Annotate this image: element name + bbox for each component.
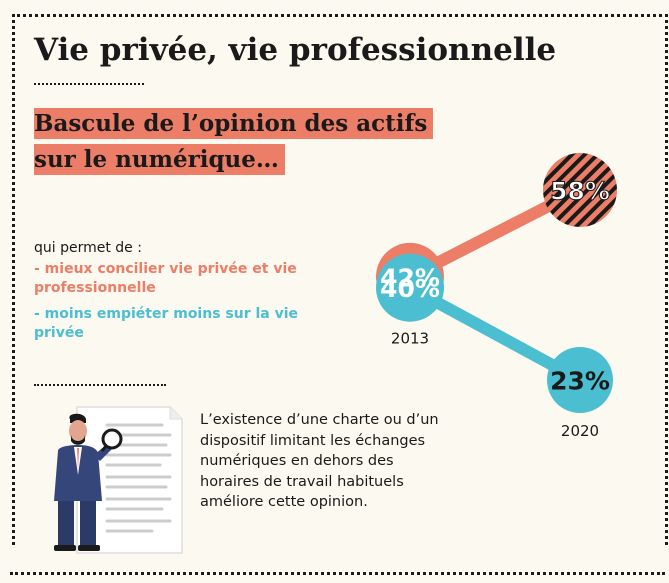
category-label-2020: 2020 <box>561 422 599 440</box>
note-text: L’existence d’une charte ou d’un disposi… <box>200 412 439 510</box>
subtitle-line-2: sur le numérique… <box>34 144 285 175</box>
page-title: Vie privée, vie professionnelle <box>34 32 557 68</box>
label-orange-2020: 58% <box>550 177 610 206</box>
legend-orange: - mieux concilier vie privée et vie prof… <box>34 261 297 296</box>
section-divider <box>34 384 166 386</box>
legend-blue: - moins empiéter moins sur la vie privée <box>34 306 299 341</box>
category-label-2013: 2013 <box>391 330 429 348</box>
slope-chart: 42% 58% 40% 23% 2013 2020 <box>376 153 617 440</box>
title-divider <box>34 83 144 85</box>
person-with-magnifier-icon <box>54 406 183 554</box>
intro-text: qui permet de : <box>34 240 142 256</box>
label-blue-2020: 23% <box>550 367 610 396</box>
bottom-divider <box>10 572 665 575</box>
subtitle-line-1: Bascule de l’opinion des actifs <box>34 108 434 139</box>
label-blue-2013: 40% <box>380 274 440 303</box>
